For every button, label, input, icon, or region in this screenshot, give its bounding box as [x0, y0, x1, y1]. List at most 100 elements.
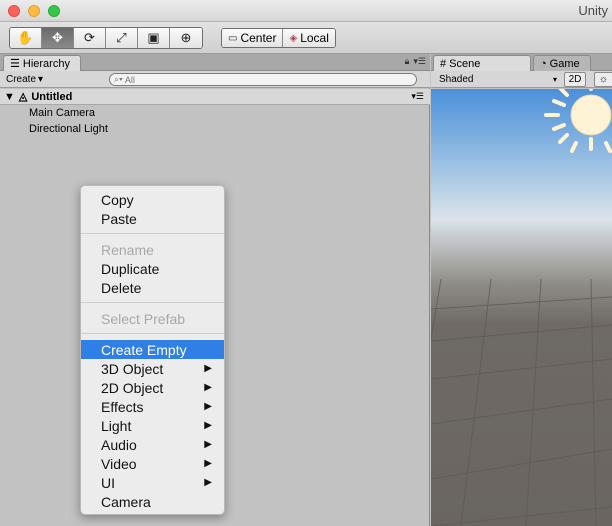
pivot-center-icon: ▭: [228, 32, 238, 44]
menu-item-label: Camera: [101, 493, 151, 510]
menu-item-paste[interactable]: Paste: [81, 209, 224, 228]
chevron-down-icon: ▾: [552, 75, 557, 84]
menu-item-duplicate[interactable]: Duplicate: [81, 259, 224, 278]
menu-item-label: Create Empty: [101, 341, 187, 358]
rotate-tool-button[interactable]: ⟳: [74, 28, 106, 48]
submenu-arrow-icon: ▶: [204, 401, 212, 412]
search-icon: ⌕▾: [114, 74, 123, 84]
context-menu: Copy Paste Rename Duplicate Delete Select Pre…: [80, 185, 225, 515]
menu-item-label: UI: [101, 474, 115, 491]
lock-icon[interactable]: 🔒︎: [405, 56, 410, 67]
hand-tool-button[interactable]: ✋: [10, 28, 42, 48]
menu-item-label: 3D Object: [101, 360, 164, 377]
pivot-center-label: Center: [240, 31, 277, 45]
tab-game[interactable]: ◔ Game: [533, 55, 591, 71]
submenu-arrow-icon: ▶: [204, 458, 212, 469]
menu-item-label: Copy: [101, 191, 134, 208]
tab-scene-label: Scene: [449, 57, 481, 70]
scene-lighting-button[interactable]: ☼: [594, 72, 612, 87]
hierarchy-search-input[interactable]: ⌕▾ All: [109, 73, 417, 86]
menu-item-label: Rename: [101, 241, 154, 258]
scene-toolbar: Shaded ▾ 2D ☼: [431, 71, 612, 88]
menu-item-camera[interactable]: Camera: [81, 492, 224, 511]
title-bar: Unity: [0, 0, 612, 22]
pivot-local-label: Local: [300, 31, 329, 45]
menu-separator: [81, 333, 224, 334]
hierarchy-tab-bar: ☰ Hierarchy 🔒︎ ▾☰: [0, 54, 430, 71]
pivot-controls: ▭ Center ◈ Local: [221, 28, 336, 48]
scene-viewport[interactable]: [431, 89, 612, 526]
create-dropdown[interactable]: Create ▾: [6, 73, 43, 86]
main-toolbar: ✋ ✥ ⟳ ⤢ ▣ ⊕ ▭ Center ◈ Local: [0, 22, 612, 54]
maximize-window-button[interactable]: [48, 5, 60, 17]
move-tool-button[interactable]: ✥: [42, 28, 74, 48]
sun-icon: ☼: [598, 74, 609, 85]
tab-game-label: Game: [549, 57, 580, 70]
menu-item-2d-object[interactable]: 2D Object ▶: [81, 378, 224, 397]
list-item[interactable]: Main Camera: [29, 107, 95, 119]
menu-item-effects[interactable]: Effects ▶: [81, 397, 224, 416]
menu-item-label: Duplicate: [101, 260, 160, 277]
window-title: Unity: [578, 3, 608, 18]
submenu-arrow-icon: ▶: [204, 363, 212, 374]
menu-item-label: Effects: [101, 398, 144, 415]
expand-arrow-icon[interactable]: ▼: [4, 91, 15, 103]
menu-item-rename: Rename: [81, 240, 224, 259]
search-placeholder: All: [124, 74, 135, 85]
cube-icon: ◈: [289, 32, 298, 44]
rect-tool-icon: ▣: [147, 30, 160, 45]
menu-item-3d-object[interactable]: 3D Object ▶: [81, 359, 224, 378]
pivot-center-button[interactable]: ▭ Center: [222, 29, 284, 47]
unity-logo-icon: ◬: [18, 91, 28, 103]
scene-name: Untitled: [31, 90, 73, 103]
shading-mode-dropdown[interactable]: Shaded ▾: [439, 73, 557, 86]
menu-item-ui[interactable]: UI ▶: [81, 473, 224, 492]
menu-item-label: Select Prefab: [101, 310, 186, 327]
scene-panel: # Scene ◔ Game Shaded ▾ 2D ☼: [431, 54, 612, 526]
scene-tab-bar: # Scene ◔ Game: [431, 54, 612, 71]
tab-hierarchy-label: Hierarchy: [22, 57, 70, 70]
rotate-tool-icon: ⟳: [84, 30, 95, 45]
tab-menu-icon[interactable]: ▾☰: [413, 56, 426, 67]
grid-icon: #: [440, 57, 447, 70]
rect-tool-button[interactable]: ▣: [138, 28, 170, 48]
menu-item-label: Audio: [101, 436, 137, 453]
minimize-window-button[interactable]: [28, 5, 40, 17]
menu-item-label: Delete: [101, 279, 142, 296]
transform-tool-icon: ⊕: [180, 30, 192, 45]
scale-tool-button[interactable]: ⤢: [106, 28, 138, 48]
menu-item-copy[interactable]: Copy: [81, 190, 224, 209]
transform-tools: ✋ ✥ ⟳ ⤢ ▣ ⊕: [9, 27, 203, 49]
list-item[interactable]: Directional Light: [29, 123, 108, 135]
hierarchy-toolbar: Create ▾ ⌕▾ All: [0, 71, 430, 88]
menu-item-delete[interactable]: Delete: [81, 278, 224, 297]
mode-2d-button[interactable]: 2D: [564, 72, 586, 87]
menu-item-light[interactable]: Light ▶: [81, 416, 224, 435]
scene-root-row[interactable]: ▼ ◬ Untitled ▾☰: [0, 89, 430, 105]
scene-menu-icon[interactable]: ▾☰: [411, 91, 424, 102]
list-icon: ☰: [10, 58, 20, 70]
scale-tool-icon: ⤢: [116, 30, 127, 45]
menu-item-video[interactable]: Video ▶: [81, 454, 224, 473]
submenu-arrow-icon: ▶: [204, 420, 212, 431]
pacman-icon: ◔: [540, 57, 547, 70]
submenu-arrow-icon: ▶: [204, 439, 212, 450]
tab-controls: 🔒︎ ▾☰: [405, 56, 426, 67]
chevron-down-icon: ▾: [38, 74, 44, 85]
submenu-arrow-icon: ▶: [204, 382, 212, 393]
menu-item-label: 2D Object: [101, 379, 164, 396]
menu-separator: [81, 302, 224, 303]
transform-tool-button[interactable]: ⊕: [170, 28, 202, 48]
menu-item-audio[interactable]: Audio ▶: [81, 435, 224, 454]
menu-item-label: Light: [101, 417, 132, 434]
menu-item-label: Paste: [101, 210, 137, 227]
menu-item-label: Video: [101, 455, 137, 472]
directional-light-gizmo[interactable]: [536, 89, 612, 157]
menu-item-select-prefab: Select Prefab: [81, 309, 224, 328]
pivot-local-button[interactable]: ◈ Local: [283, 29, 335, 47]
menu-item-create-empty[interactable]: Create Empty: [81, 340, 224, 359]
close-window-button[interactable]: [8, 5, 20, 17]
tab-scene[interactable]: # Scene: [433, 55, 531, 71]
move-tool-icon: ✥: [52, 30, 63, 45]
tab-hierarchy[interactable]: ☰ Hierarchy: [3, 55, 81, 71]
